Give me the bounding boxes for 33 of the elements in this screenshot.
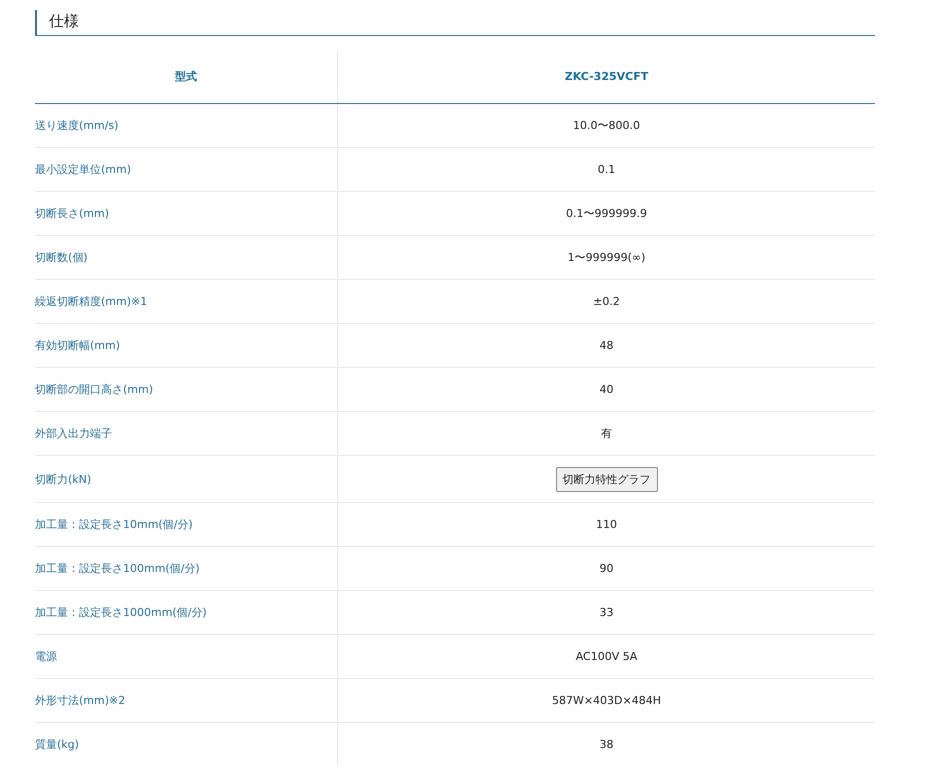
row-label: 繰返切断精度(mm)※1 <box>35 294 148 309</box>
table-cell: 48 <box>600 339 614 352</box>
row-label: 切断力(kN) <box>35 472 92 486</box>
row-label: 外部入出力端子 <box>35 426 112 441</box>
row-label: 切断部の開口高さ(mm) <box>35 382 154 397</box>
table-cell: 33 <box>600 606 614 619</box>
row-label: 質量(kg) <box>35 737 79 752</box>
table-cell: 有 <box>601 426 612 441</box>
table-cell: 0.1 <box>598 163 616 176</box>
table-cell: 1〜999999(∞) <box>568 250 646 265</box>
table-cell: AC100V 5A <box>576 650 638 663</box>
row-label: 外形寸法(mm)※2 <box>35 693 126 708</box>
row-label: 加工量：設定長さ1000mm(個/分) <box>35 605 207 620</box>
row-label: 最小設定単位(mm) <box>35 162 132 177</box>
row-label: 加工量：設定長さ100mm(個/分) <box>35 561 200 576</box>
row-label: 切断数(個) <box>35 250 88 265</box>
table-cell: 0.1〜999999.9 <box>566 206 647 221</box>
row-label: 電源 <box>35 649 57 664</box>
graph-button[interactable]: 切断力特性グラフ <box>556 466 658 492</box>
table-cell: 90 <box>600 562 614 575</box>
table-cell: 10.0〜800.0 <box>573 118 640 133</box>
header-cell: 型式 <box>175 69 197 84</box>
row-label: 切断長さ(mm) <box>35 206 110 221</box>
row-label: 加工量：設定長さ10mm(個/分) <box>35 517 193 532</box>
table-cell: 587W×403D×484H <box>552 694 662 707</box>
table-cell: 40 <box>600 383 614 396</box>
table-cell: 38 <box>600 738 614 751</box>
table-cell: 110 <box>596 518 617 531</box>
section-title: 仕様 <box>35 10 875 36</box>
table-cell: ±0.2 <box>593 295 620 308</box>
row-label: 送り速度(mm/s) <box>35 118 118 133</box>
row-label: 有効切断幅(mm) <box>35 338 120 353</box>
header-cell: ZKC-325VCFT <box>564 70 648 83</box>
